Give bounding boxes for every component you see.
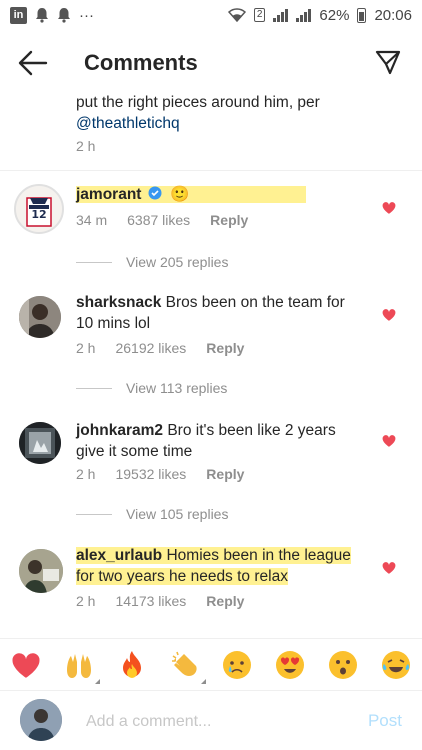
comment-meta: 2 h 26192 likes Reply [76, 340, 244, 356]
username[interactable]: sharksnack [76, 294, 161, 311]
comment-time: 2 h [76, 593, 96, 609]
comment-body: alex_urlaub Homies been in the league fo… [76, 545, 366, 587]
profile-photo [19, 296, 61, 338]
comment-time: 34 m [76, 212, 108, 228]
paper-plane-icon[interactable] [374, 48, 402, 76]
wifi-icon [227, 8, 246, 22]
laughing-face-icon [381, 651, 410, 679]
battery-percent: 62% [319, 6, 350, 24]
reply-button[interactable]: Reply [206, 466, 244, 482]
like-count[interactable]: 26192 likes [115, 340, 186, 356]
profile-photo [19, 422, 61, 464]
avatar[interactable] [19, 422, 61, 464]
heart-icon[interactable] [382, 434, 396, 448]
jersey-avatar-image: 12 [16, 186, 62, 232]
comment-composer: Post [0, 690, 422, 750]
comment-emoji: 🙂 [170, 186, 190, 203]
heart-icon [12, 652, 40, 678]
post-button[interactable]: Post [368, 711, 402, 731]
clock: 20:06 [374, 6, 412, 24]
crying-face-emoji-button[interactable] [220, 648, 254, 682]
raising-hands-emoji-button[interactable] [62, 648, 101, 684]
comment-input[interactable] [84, 709, 348, 735]
battery-icon [357, 7, 367, 23]
username[interactable]: alex_urlaub [76, 547, 162, 564]
header: Comments [0, 38, 422, 88]
laughing-face-emoji-button[interactable] [379, 648, 413, 682]
signal-icon [273, 8, 289, 22]
heart-icon[interactable] [382, 201, 396, 215]
sim-badge: 2 [253, 8, 266, 22]
post-caption: put the right pieces around him, per @th… [76, 92, 406, 134]
fire-emoji-button[interactable] [115, 648, 149, 682]
bell-icon [36, 8, 48, 23]
comment-meta: 2 h 19532 likes Reply [76, 466, 244, 482]
heart-eyes-emoji-button[interactable] [273, 648, 307, 682]
crying-face-icon [223, 651, 252, 679]
avatar[interactable] [19, 549, 63, 593]
verified-badge-icon [148, 186, 162, 200]
heart-eyes-icon [276, 651, 305, 679]
replies-line [76, 513, 112, 515]
view-replies-button[interactable]: View 205 replies [76, 254, 228, 270]
mention-link[interactable]: @theathletichq [76, 115, 180, 132]
more-notifications-dots: ··· [79, 6, 94, 24]
view-replies-button[interactable]: View 113 replies [76, 380, 227, 396]
bell-icon [58, 8, 70, 23]
username[interactable]: jamorant [76, 186, 141, 203]
view-replies-label: View 105 replies [126, 506, 229, 522]
replies-line [76, 261, 112, 263]
heart-emoji-button[interactable] [9, 648, 43, 682]
view-replies-button[interactable]: View 105 replies [76, 506, 228, 522]
current-user-avatar [20, 699, 62, 741]
emoji-bar [0, 638, 422, 691]
comment-meta: 2 h 14173 likes Reply [76, 593, 244, 609]
comment-time: 2 h [76, 466, 96, 482]
signal-icon-2 [296, 8, 312, 22]
clapping-hands-icon [171, 651, 197, 676]
comment-body: sharksnack Bros been on the team for 10 … [76, 292, 366, 334]
caption-text: put the right pieces around him, per [76, 94, 320, 111]
surprised-face-icon [328, 651, 357, 679]
view-replies-label: View 113 replies [126, 380, 228, 396]
like-count[interactable]: 19532 likes [115, 466, 186, 482]
reply-button[interactable]: Reply [210, 212, 248, 228]
like-count[interactable]: 14173 likes [115, 593, 186, 609]
page-title: Comments [84, 50, 198, 75]
linkedin-notification-icon: in [10, 6, 27, 24]
comment-body: jamorant 🙂 [76, 184, 366, 205]
profile-photo [20, 699, 62, 741]
raising-hands-icon [67, 654, 92, 678]
svg-text:12: 12 [31, 208, 46, 221]
heart-icon[interactable] [382, 308, 396, 322]
username[interactable]: johnkaram2 [76, 422, 163, 439]
fire-icon [122, 651, 141, 678]
heart-icon[interactable] [382, 561, 396, 575]
avatar[interactable]: 12 [14, 184, 64, 234]
reply-button[interactable]: Reply [206, 340, 244, 356]
arrow-left-icon[interactable] [18, 50, 48, 76]
profile-photo [19, 549, 63, 593]
surprised-face-emoji-button[interactable] [326, 648, 360, 682]
replies-line [76, 387, 112, 389]
caption-time: 2 h [76, 138, 96, 154]
clapping-hands-emoji-button[interactable] [168, 648, 206, 684]
comment-meta: 34 m 6387 likes Reply [76, 212, 248, 228]
comment-body: johnkaram2 Bro it's been like 2 years gi… [76, 420, 366, 462]
status-bar: in ··· 2 62% 20:06 [0, 0, 422, 30]
divider [0, 170, 422, 171]
like-count[interactable]: 6387 likes [127, 212, 190, 228]
view-replies-label: View 205 replies [126, 254, 229, 270]
reply-button[interactable]: Reply [206, 593, 244, 609]
avatar[interactable] [19, 296, 61, 338]
comment-time: 2 h [76, 340, 96, 356]
